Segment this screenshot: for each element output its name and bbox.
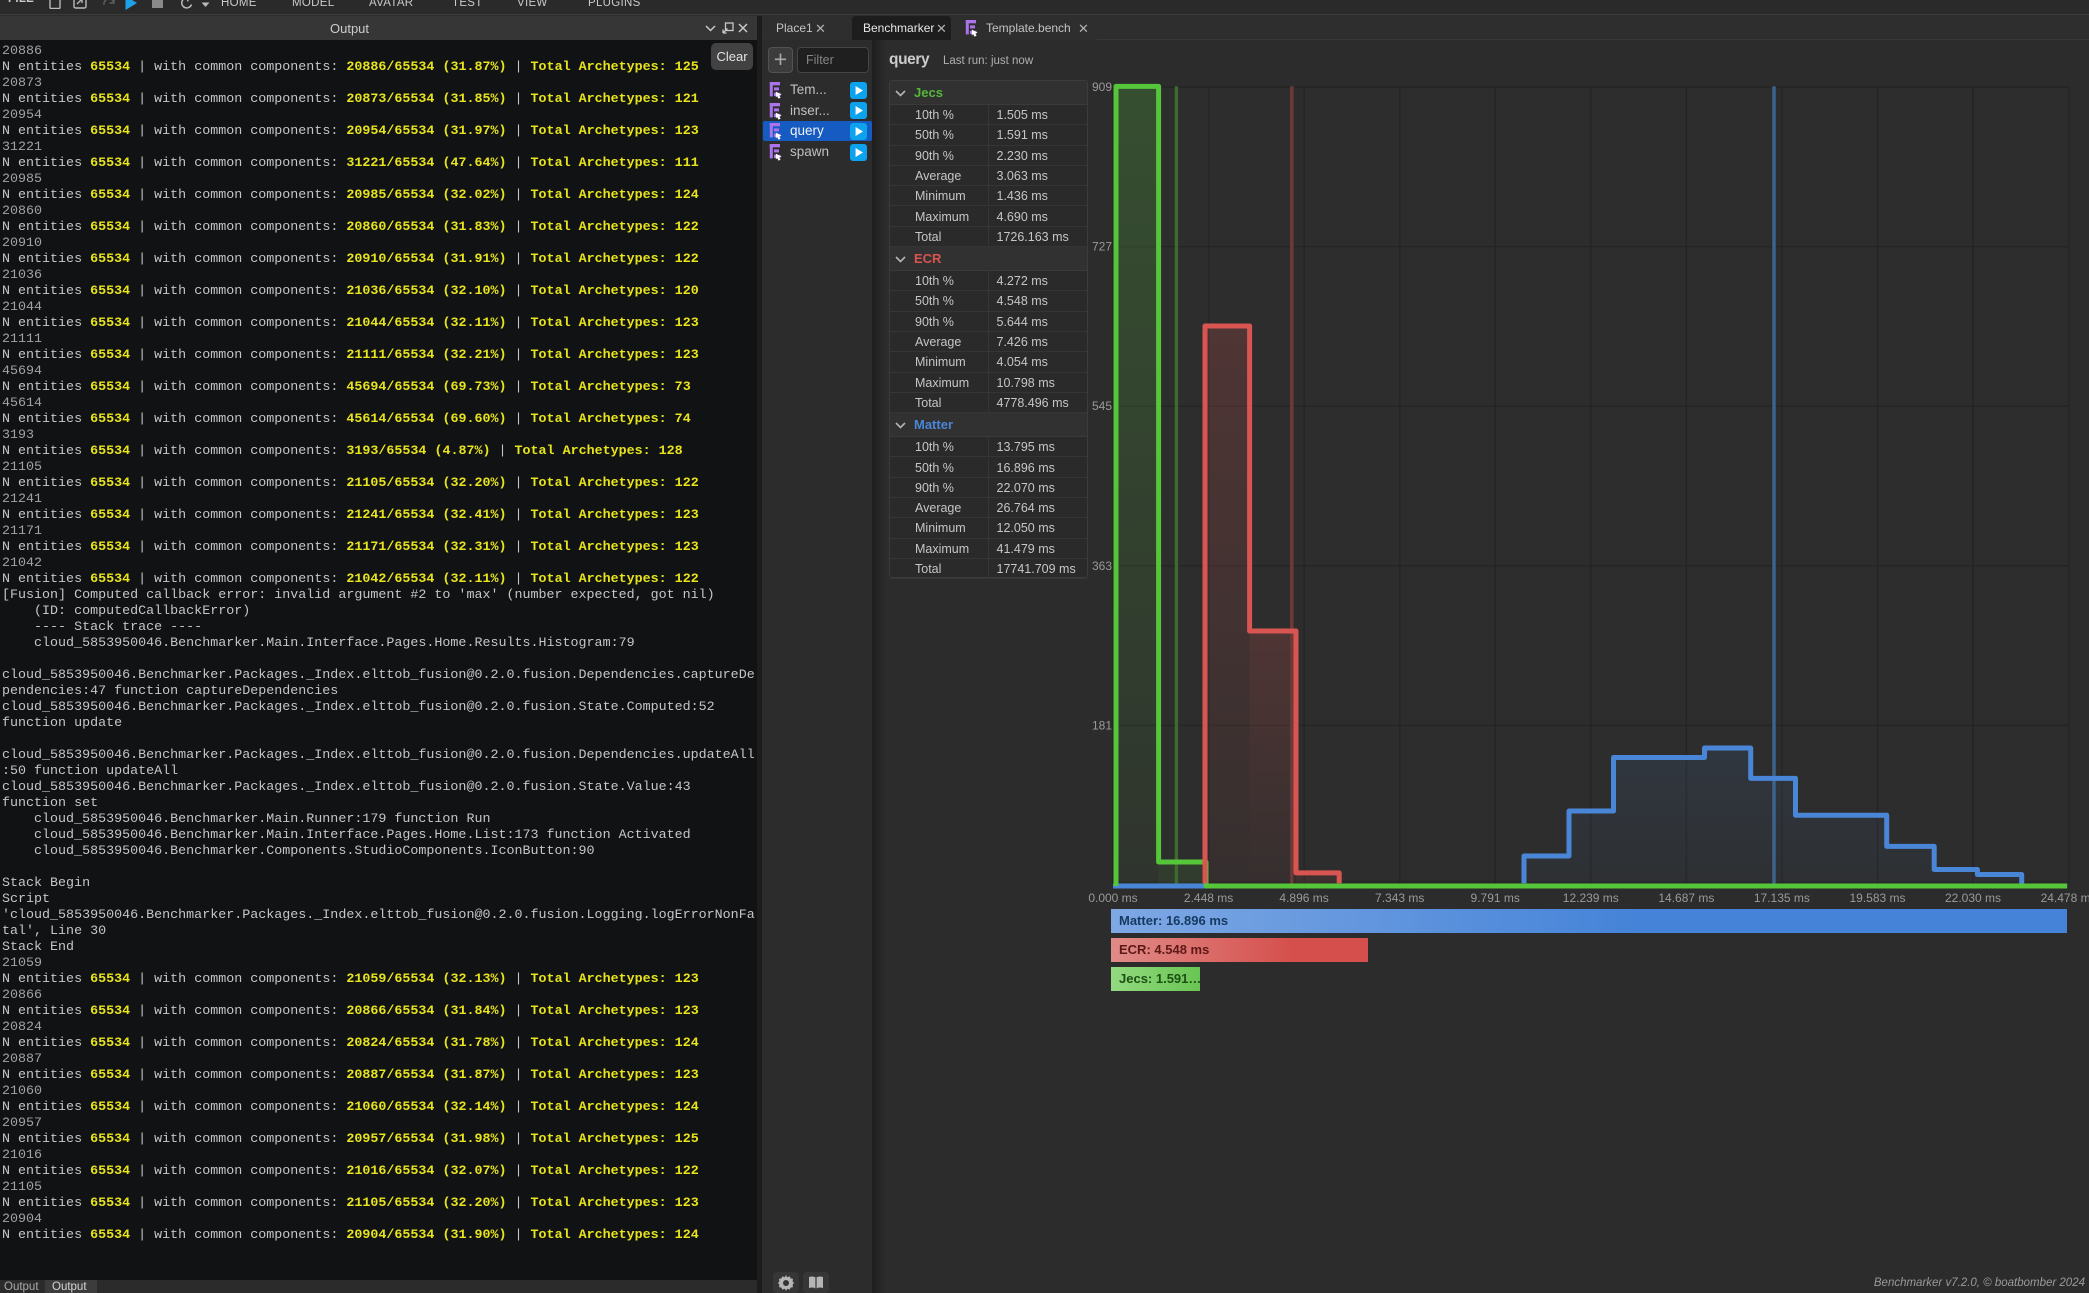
svg-text:19.583 ms: 19.583 ms: [1849, 891, 1905, 905]
svg-text:2.448 ms: 2.448 ms: [1184, 891, 1233, 905]
svg-text:7.343 ms: 7.343 ms: [1375, 891, 1424, 905]
svg-text:17.135 ms: 17.135 ms: [1754, 891, 1810, 905]
svg-text:363: 363: [1092, 559, 1112, 573]
svg-text:22.030 ms: 22.030 ms: [1945, 891, 2001, 905]
svg-text:545: 545: [1092, 399, 1112, 413]
svg-text:727: 727: [1092, 240, 1112, 254]
svg-text:909: 909: [1092, 80, 1112, 94]
svg-text:14.687 ms: 14.687 ms: [1658, 891, 1714, 905]
svg-text:181: 181: [1092, 718, 1112, 732]
svg-text:24.478 ms: 24.478 ms: [2041, 891, 2089, 905]
svg-text:0.000 ms: 0.000 ms: [1088, 891, 1137, 905]
svg-text:4.896 ms: 4.896 ms: [1279, 891, 1328, 905]
svg-text:12.239 ms: 12.239 ms: [1563, 891, 1619, 905]
svg-text:9.791 ms: 9.791 ms: [1471, 891, 1520, 905]
